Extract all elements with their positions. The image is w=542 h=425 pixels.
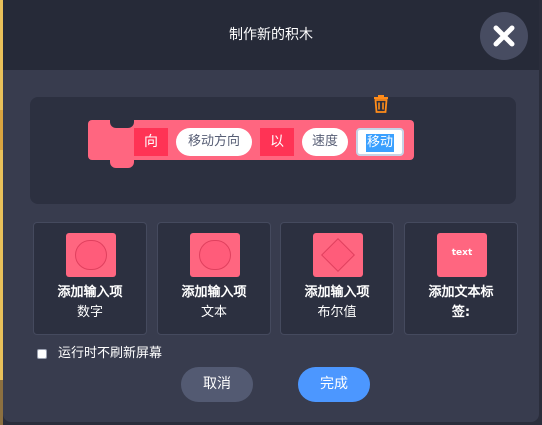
number-input-icon xyxy=(66,233,116,277)
option-title: 添加输入项 xyxy=(181,285,247,300)
block-input-speed[interactable]: 速度 xyxy=(302,128,348,156)
close-x-icon xyxy=(493,25,515,47)
close-button[interactable] xyxy=(480,12,528,60)
block-label-xiang[interactable]: 向 xyxy=(134,128,168,156)
add-boolean-input-option[interactable]: 添加输入项 布尔值 xyxy=(280,222,394,335)
block-label-move-selected[interactable]: 移动 xyxy=(366,134,395,152)
ok-button[interactable]: 完成 xyxy=(298,367,370,402)
run-without-refresh-checkbox[interactable] xyxy=(37,349,47,359)
block-input-direction[interactable]: 移动方向 xyxy=(176,128,252,156)
block-bottom-tab xyxy=(110,160,134,168)
run-without-refresh-label[interactable]: 运行时不刷新屏幕 xyxy=(58,345,162,363)
boolean-input-icon xyxy=(313,233,363,277)
option-subtitle: 布尔值 xyxy=(317,305,357,320)
option-subtitle: 数字 xyxy=(76,305,103,320)
add-text-input-option[interactable]: 添加输入项 文本 xyxy=(157,222,271,335)
dialog-title: 制作新的积木 xyxy=(229,27,313,43)
option-title: 添加输入项 xyxy=(304,285,370,300)
block-label-editor[interactable]: 移动 xyxy=(356,128,404,156)
option-title: 添加文本标 xyxy=(428,285,494,300)
block-top-notch xyxy=(110,120,134,128)
option-subtitle: 文本 xyxy=(200,305,227,320)
dialog-header: 制作新的积木 xyxy=(3,0,539,70)
option-subtitle: 签: xyxy=(451,305,471,320)
cancel-button[interactable]: 取消 xyxy=(181,367,253,402)
option-title: 添加输入项 xyxy=(57,285,123,300)
text-input-icon xyxy=(190,233,240,277)
text-label-icon-text: text xyxy=(451,248,473,258)
block-label-yi[interactable]: 以 xyxy=(260,128,294,156)
trash-icon[interactable] xyxy=(370,94,392,114)
text-label-icon: text xyxy=(437,233,487,277)
add-number-input-option[interactable]: 添加输入项 数字 xyxy=(33,222,147,335)
add-text-label-option[interactable]: text 添加文本标 签: xyxy=(404,222,518,335)
